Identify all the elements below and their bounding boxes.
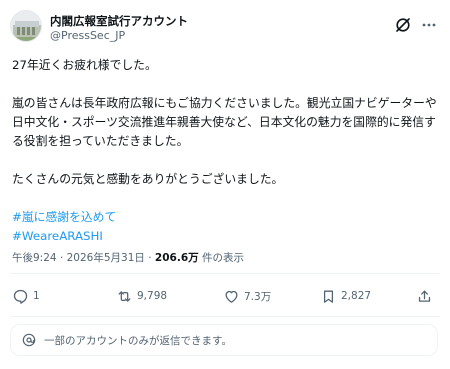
share-icon xyxy=(418,290,431,302)
divider xyxy=(10,273,440,274)
bookmark-count: 2,827 xyxy=(341,290,372,302)
hashtag-link[interactable]: #嵐に感謝を込めて xyxy=(12,208,440,227)
display-name[interactable]: 内閣広報室試行アカウント xyxy=(50,13,188,29)
tweet-line: 27年近くお疲れ様でした。 xyxy=(12,58,157,72)
bookmark-icon xyxy=(323,290,334,303)
tweet-header: 内閣広報室試行アカウント @PressSec_JP xyxy=(10,10,440,46)
more-options-icon[interactable] xyxy=(420,16,438,34)
like-count: 7.3万 xyxy=(244,290,272,303)
tweet-text: 27年近くお疲れ様でした。 嵐の皆さんは長年政府広報にもご協力くださいました。観… xyxy=(12,56,440,246)
reply-button[interactable]: 1 xyxy=(12,285,40,307)
share-button[interactable] xyxy=(416,285,433,307)
action-bar: 1 9,798 7.3万 2,827 xyxy=(12,285,438,307)
meta-separator: · xyxy=(59,252,64,264)
view-count[interactable]: 206.6万 xyxy=(155,252,199,264)
reply-restriction-notice: 一部のアカウントのみが返信できます。 xyxy=(10,324,438,356)
divider xyxy=(10,316,440,317)
like-button[interactable]: 7.3万 xyxy=(223,285,271,307)
reply-count: 1 xyxy=(33,290,40,302)
retweet-button[interactable]: 9,798 xyxy=(116,285,167,307)
tweet-meta: 午後9:24 · 2026年5月31日 · 206.6万 件の表示 xyxy=(12,250,244,265)
tweet-time[interactable]: 午後9:24 xyxy=(12,252,57,264)
reply-icon xyxy=(13,289,28,304)
user-handle[interactable]: @PressSec_JP xyxy=(50,29,125,42)
tweet-line: たくさんの元気と感動をありがとうございました。 xyxy=(12,172,284,186)
reply-restriction-text: 一部のアカウントのみが返信できます。 xyxy=(44,334,232,347)
like-icon xyxy=(225,290,238,303)
hashtag-link[interactable]: #WeareARASHI xyxy=(12,227,440,246)
view-label: 件の表示 xyxy=(198,252,244,264)
meta-separator: · xyxy=(148,252,152,264)
tweet-date[interactable]: 2026年5月31日 xyxy=(67,252,145,264)
retweet-count: 9,798 xyxy=(137,290,168,302)
avatar[interactable] xyxy=(10,10,42,42)
tweet-line: 嵐の皆さんは長年政府広報にもご協力くださいました。観光立国ナビゲーターや日中文化… xyxy=(12,96,437,148)
at-mention-icon xyxy=(22,333,36,347)
retweet-icon xyxy=(118,290,131,302)
bookmark-button[interactable]: 2,827 xyxy=(320,285,371,307)
grok-icon[interactable] xyxy=(394,16,412,34)
